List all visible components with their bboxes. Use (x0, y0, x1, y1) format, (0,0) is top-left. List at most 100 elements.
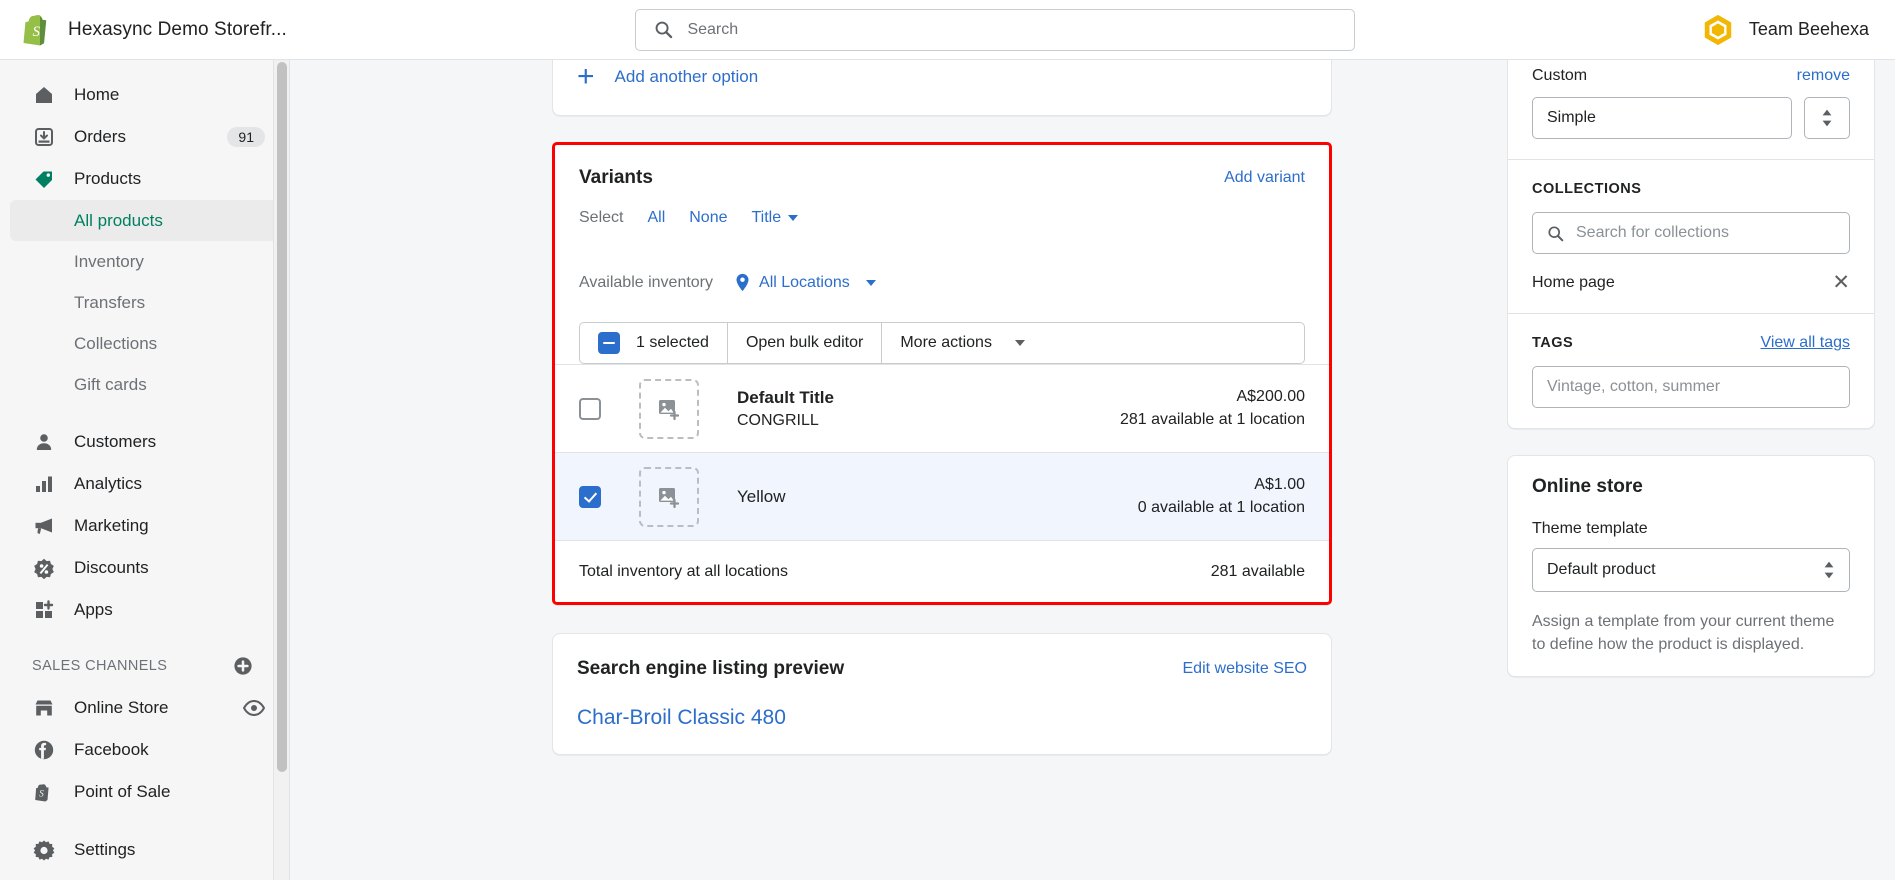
sidebar-item-inventory[interactable]: Inventory (10, 241, 279, 282)
facebook-icon (32, 738, 56, 762)
close-icon[interactable]: ✕ (1832, 272, 1850, 293)
seo-header: Search engine listing preview Edit websi… (577, 658, 1307, 680)
variant-row-checkbox[interactable] (579, 397, 601, 420)
store-name: Hexasync Demo Storefr... (68, 18, 287, 40)
seo-preview-link[interactable]: Char-Broil Classic 480 (577, 706, 1307, 730)
search-placeholder-text: Search (687, 20, 739, 38)
sidebar-item-orders[interactable]: Orders 91 (10, 116, 279, 158)
sidebar-item-label: Facebook (74, 740, 149, 759)
add-variant-button[interactable]: Add variant (1224, 169, 1305, 187)
variant-title: Default Title (737, 387, 834, 407)
variant-metrics: A$200.00 281 available at 1 location (1120, 388, 1305, 429)
sidebar-item-facebook[interactable]: Facebook (10, 729, 279, 771)
sidebar-item-collections[interactable]: Collections (10, 323, 279, 364)
remove-product-type-button[interactable]: remove (1797, 67, 1850, 85)
sidebar-subitem-label: Collections (74, 333, 158, 353)
add-image-icon[interactable] (639, 378, 699, 439)
select-all-button[interactable]: All (647, 209, 665, 227)
analytics-bars-icon (32, 472, 56, 496)
organization-card: Custom remove Simple COLLECTIONS Search … (1507, 60, 1875, 429)
add-another-option-button[interactable]: Add another option (615, 67, 759, 87)
sidebar-item-label: Analytics (74, 474, 143, 493)
sidebar-item-all-products[interactable]: All products (10, 200, 279, 241)
sidebar-item-gift-cards[interactable]: Gift cards (10, 364, 279, 405)
collections-search-placeholder: Search for collections (1576, 224, 1729, 241)
search-input[interactable]: Search (635, 8, 1356, 51)
sidebar-item-label: Apps (74, 600, 113, 619)
sidebar-item-online-store[interactable]: Online Store (10, 687, 279, 729)
sales-channels-header: SALES CHANNELS (10, 653, 279, 679)
sidebar-item-label: Home (74, 85, 120, 104)
tags-header: TAGS (1532, 335, 1574, 351)
select-all-checkbox[interactable] (598, 332, 620, 354)
chevron-down-icon (788, 214, 799, 221)
sort-label: Title (751, 209, 782, 226)
select-none-button[interactable]: None (689, 209, 727, 227)
table-row[interactable]: Yellow A$1.00 0 available at 1 location (555, 452, 1329, 540)
sidebar-subitem-label: All products (74, 210, 163, 230)
sidebar-item-marketing[interactable]: Marketing (10, 505, 279, 547)
more-actions-button[interactable]: More actions (882, 323, 1043, 363)
select-label: Select (579, 209, 624, 226)
variant-price: A$200.00 (1236, 388, 1305, 405)
orders-inbox-icon (32, 125, 56, 149)
plus-circle-icon[interactable] (233, 656, 253, 676)
sidebar-item-label: Online Store (74, 698, 169, 717)
collections-search-input[interactable]: Search for collections (1532, 212, 1850, 254)
product-type-value: Simple (1547, 109, 1596, 126)
sidebar-item-analytics[interactable]: Analytics (10, 463, 279, 505)
sidebar-item-discounts[interactable]: Discounts (10, 547, 279, 589)
sidebar-item-home[interactable]: Home (10, 74, 279, 116)
account-menu[interactable]: Team Beehexa (1701, 13, 1895, 47)
store-brand[interactable]: S Hexasync Demo Storefr... (0, 13, 290, 46)
theme-template-value: Default product (1547, 561, 1656, 578)
sidebar-item-label: Discounts (74, 558, 149, 577)
select-chevrons-icon (1823, 561, 1835, 579)
right-sidebar: Custom remove Simple COLLECTIONS Search … (1507, 60, 1895, 880)
view-all-tags-button[interactable]: View all tags (1760, 334, 1850, 352)
variants-title: Variants (579, 167, 653, 188)
variant-info: Default Title CONGRILL (737, 388, 1120, 430)
list-item: Home page ✕ (1532, 272, 1850, 293)
variants-card: Variants Add variant Select All None Tit… (552, 142, 1332, 605)
add-image-icon[interactable] (639, 466, 699, 527)
product-type-label: Custom (1532, 67, 1588, 84)
location-label: All Locations (759, 273, 850, 291)
theme-template-select[interactable]: Default product (1532, 548, 1850, 592)
open-bulk-editor-button[interactable]: Open bulk editor (728, 323, 883, 363)
product-type-header: Custom remove (1532, 67, 1850, 85)
page-body: Home Orders 91 Products All products Inv… (0, 60, 1895, 880)
eye-icon[interactable] (243, 700, 265, 716)
shopify-bag-icon: S (22, 13, 52, 46)
sidebar-scrollbar-thumb[interactable] (277, 62, 287, 772)
sidebar-item-settings[interactable]: Settings (10, 829, 279, 871)
up-down-arrows-icon[interactable] (1804, 97, 1850, 139)
svg-text:S: S (39, 789, 44, 799)
product-type-input[interactable]: Simple (1532, 97, 1792, 139)
table-row[interactable]: Default Title CONGRILL A$200.00 281 avai… (555, 364, 1329, 452)
edit-website-seo-button[interactable]: Edit website SEO (1183, 660, 1308, 678)
sidebar-item-label: Point of Sale (74, 782, 171, 801)
sidebar-item-customers[interactable]: Customers (10, 421, 279, 463)
variant-row-checkbox[interactable] (579, 485, 601, 508)
sidebar-item-apps[interactable]: Apps (10, 589, 279, 631)
search-icon (654, 20, 673, 39)
selected-count-label: 1 selected (636, 334, 709, 351)
location-filter-dropdown[interactable]: All Locations (735, 273, 876, 292)
sidebar-item-transfers[interactable]: Transfers (10, 282, 279, 323)
svg-text:S: S (33, 24, 41, 40)
tags-input[interactable]: Vintage, cotton, summer (1532, 366, 1850, 408)
sidebar-item-label: Orders (74, 127, 126, 146)
sort-by-title-dropdown[interactable]: Title (752, 209, 799, 227)
sidebar-item-products[interactable]: Products (10, 158, 279, 200)
selected-count-segment[interactable]: 1 selected (580, 323, 728, 363)
sidebar-scrollbar[interactable] (273, 60, 289, 880)
sidebar-item-point-of-sale[interactable]: S Point of Sale (10, 771, 279, 813)
open-bulk-editor-label: Open bulk editor (745, 334, 864, 351)
top-bar: S Hexasync Demo Storefr... Search Team B… (0, 0, 1895, 60)
variants-header: Variants Add variant (555, 145, 1329, 195)
sidebar-subitem-label: Transfers (74, 292, 146, 312)
map-pin-icon (735, 273, 750, 292)
hexagon-logo-icon (1701, 13, 1735, 47)
products-tag-icon (32, 167, 56, 191)
